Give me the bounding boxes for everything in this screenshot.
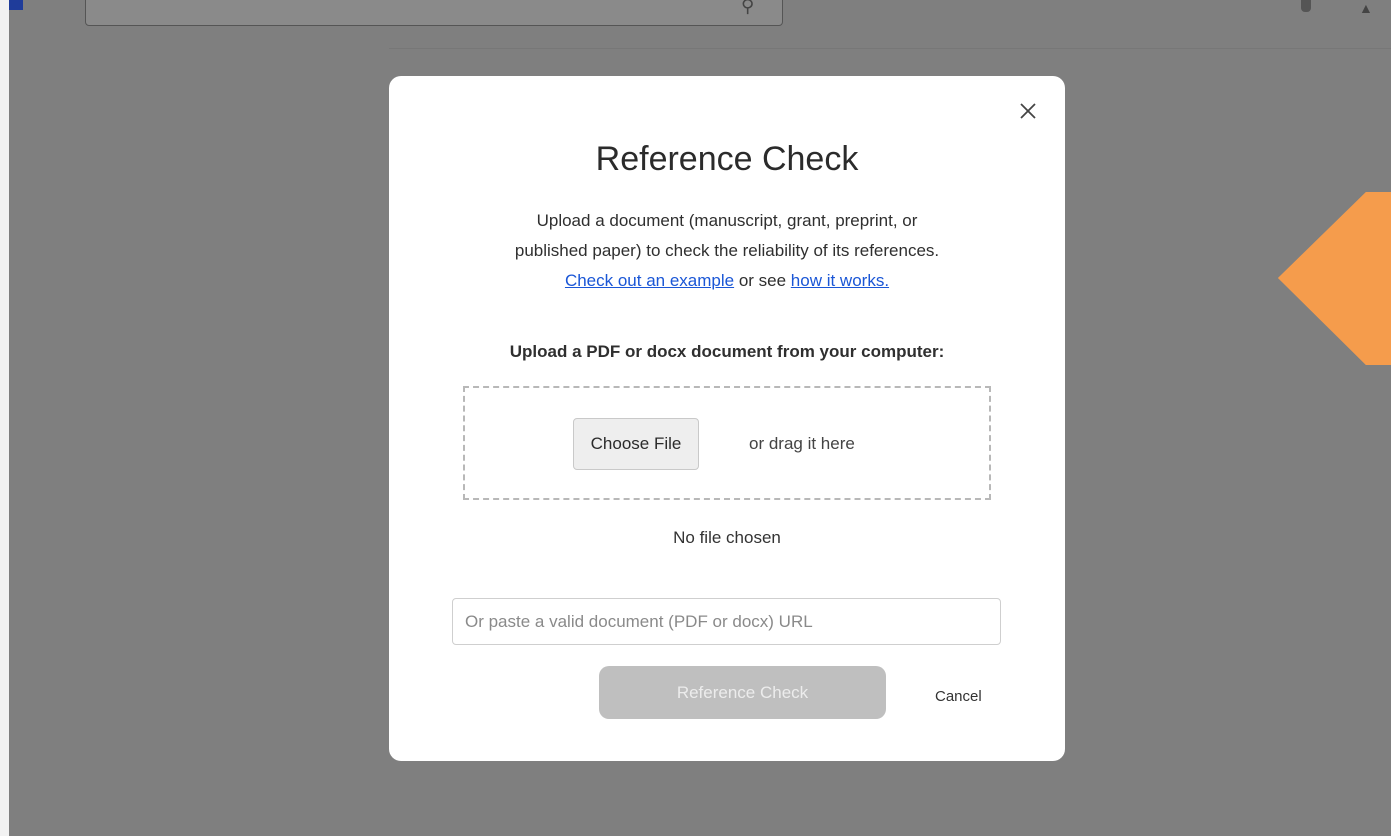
description-links: Check out an example or see how it works…: [429, 266, 1025, 296]
how-it-works-link[interactable]: how it works.: [791, 271, 889, 290]
reference-check-modal: Reference Check Upload a document (manus…: [389, 76, 1065, 761]
modal-description: Upload a document (manuscript, grant, pr…: [429, 206, 1025, 296]
header-icon: [1301, 0, 1311, 12]
background-search-input: [85, 0, 783, 26]
description-line: published paper) to check the reliabilit…: [514, 241, 940, 260]
background-left-strip: [0, 0, 9, 836]
file-dropzone[interactable]: Choose File or drag it here: [463, 386, 991, 500]
description-line: Upload a document (manuscript, grant, pr…: [536, 211, 918, 230]
arrow-left-icon: [1278, 192, 1391, 365]
background-header: ⚲ ▲: [9, 0, 1391, 49]
close-icon[interactable]: [1015, 98, 1041, 124]
background-panel: [9, 48, 389, 703]
upload-label: Upload a PDF or docx document from your …: [509, 342, 945, 361]
example-link[interactable]: Check out an example: [565, 271, 734, 290]
reference-check-button[interactable]: Reference Check: [599, 666, 886, 719]
document-url-input[interactable]: [452, 598, 1001, 645]
modal-title: Reference Check: [595, 140, 859, 178]
choose-file-button[interactable]: Choose File: [573, 418, 699, 470]
link-joiner: or see: [734, 271, 791, 290]
header-icon: ▲: [1359, 0, 1373, 16]
drag-hint: or drag it here: [749, 434, 855, 453]
file-status: No file chosen: [673, 528, 781, 547]
search-icon: ⚲: [741, 0, 755, 16]
menu-icon: [9, 0, 23, 10]
cancel-button[interactable]: Cancel: [935, 688, 982, 705]
